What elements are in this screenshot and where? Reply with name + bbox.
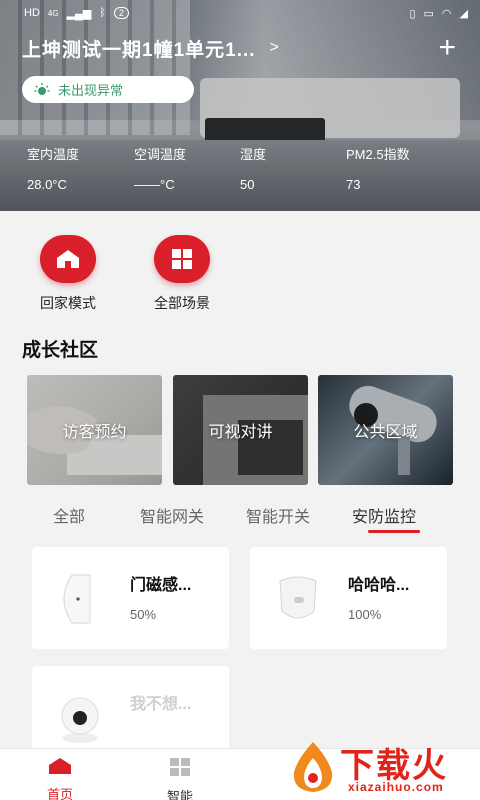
status-bar: HD 4G ▂▄▆ ᛒ 2 ▯ ▭ ◠ ◢ [0,0,480,26]
bluetooth-icon: ᛒ [99,7,106,19]
chevron-right-icon: > [269,39,279,56]
header-banner: HD 4G ▂▄▆ ᛒ 2 ▯ ▭ ◠ ◢ 上坤测试一期1幢1单元1... > … [0,0,480,211]
wifi-icon: ◠ [441,7,452,20]
tab-all[interactable]: 全部 [53,503,85,527]
env-value: ——°C [134,177,175,192]
battery-icon: ▭ [423,7,434,20]
env-value: 28.0°C [27,177,67,192]
env-ac-temp: 空调温度 ——°C [134,144,186,192]
env-label: 室内温度 [27,147,80,162]
tab-security-monitoring[interactable]: 安防监控 [352,503,416,527]
card-visitor-booking[interactable]: 访客预约 [27,375,162,485]
signal-badge: 4G [47,8,59,18]
device-card-motion-sensor[interactable]: 哈哈哈... 100% [250,547,447,649]
env-label: 湿度 [240,147,267,162]
tab-smart-switch[interactable]: 智能开关 [246,503,310,527]
hd-indicator: HD [24,7,40,19]
nav-home[interactable]: 首页 [30,757,90,800]
alarm-status-text: 未出现异常 [58,83,124,98]
watermark-url: xiazaihuo.com [348,780,444,794]
env-value: 50 [240,177,255,192]
home-selector[interactable]: 上坤测试一期1幢1单元1... > [22,35,279,62]
all-scenes-button[interactable] [154,235,210,283]
vibrate-icon: ▯ [409,7,416,20]
add-icon[interactable]: + [438,33,456,63]
camera-icon [50,688,110,748]
notification-pill: 2 [113,7,129,19]
env-label: PM2.5指数 [346,147,410,162]
home-nav-icon [49,758,71,774]
device-card-door-sensor[interactable]: 门磁感... 50% [32,547,229,649]
card-label: 公共区域 [353,424,418,441]
motion-sensor-icon [268,569,328,629]
card-public-area[interactable]: 公共区域 [318,375,453,485]
device-value: 100% [348,607,382,622]
light-bulb-icon [34,82,50,95]
home-name: 上坤测试一期1幢1单元1... [22,39,256,61]
active-tab-indicator [368,530,420,533]
home-mode-label: 回家模式 [40,295,96,311]
card-label: 可视对讲 [208,424,273,441]
env-humidity: 湿度 50 [240,144,266,192]
device-category-tabs: 全部 智能网关 智能开关 安防监控 [0,500,480,540]
env-label: 空调温度 [134,147,187,162]
device-name: 哈哈哈... [348,577,410,594]
nav-label: 首页 [46,787,73,800]
device-name: 我不想... [130,696,192,713]
env-pm25: PM2.5指数 73 [346,144,410,192]
env-value: 73 [346,177,361,192]
flame-logo-icon [293,742,333,792]
device-value: 50% [130,607,157,622]
env-indoor-temp: 室内温度 28.0°C [27,144,79,192]
home-mode-button[interactable] [40,235,96,283]
nav-label: 智能 [166,789,193,800]
home-icon [57,250,79,268]
device-name: 门磁感... [130,577,192,594]
door-sensor-icon [50,569,110,629]
quick-action-home-mode[interactable]: 回家模式 [20,235,116,313]
all-scenes-label: 全部场景 [154,295,210,311]
signal-icon: ▂▄▆ [66,7,92,20]
signal-strength-icon: ◢ [459,7,468,20]
grid-icon [172,249,192,269]
community-title: 成长社区 [22,340,99,361]
tab-smart-gateway[interactable]: 智能网关 [140,503,204,527]
watermark-logo: 下载火 xiazaihuo.com [282,736,480,800]
card-label: 访客预约 [62,424,127,441]
grid-nav-icon [170,758,190,776]
home-title-row: 上坤测试一期1幢1单元1... > + [22,33,462,63]
nav-smart[interactable]: 智能 [150,757,210,800]
alarm-status-badge[interactable]: 未出现异常 [22,76,194,103]
card-video-intercom[interactable]: 可视对讲 [173,375,308,485]
quick-action-all-scenes[interactable]: 全部场景 [134,235,230,313]
